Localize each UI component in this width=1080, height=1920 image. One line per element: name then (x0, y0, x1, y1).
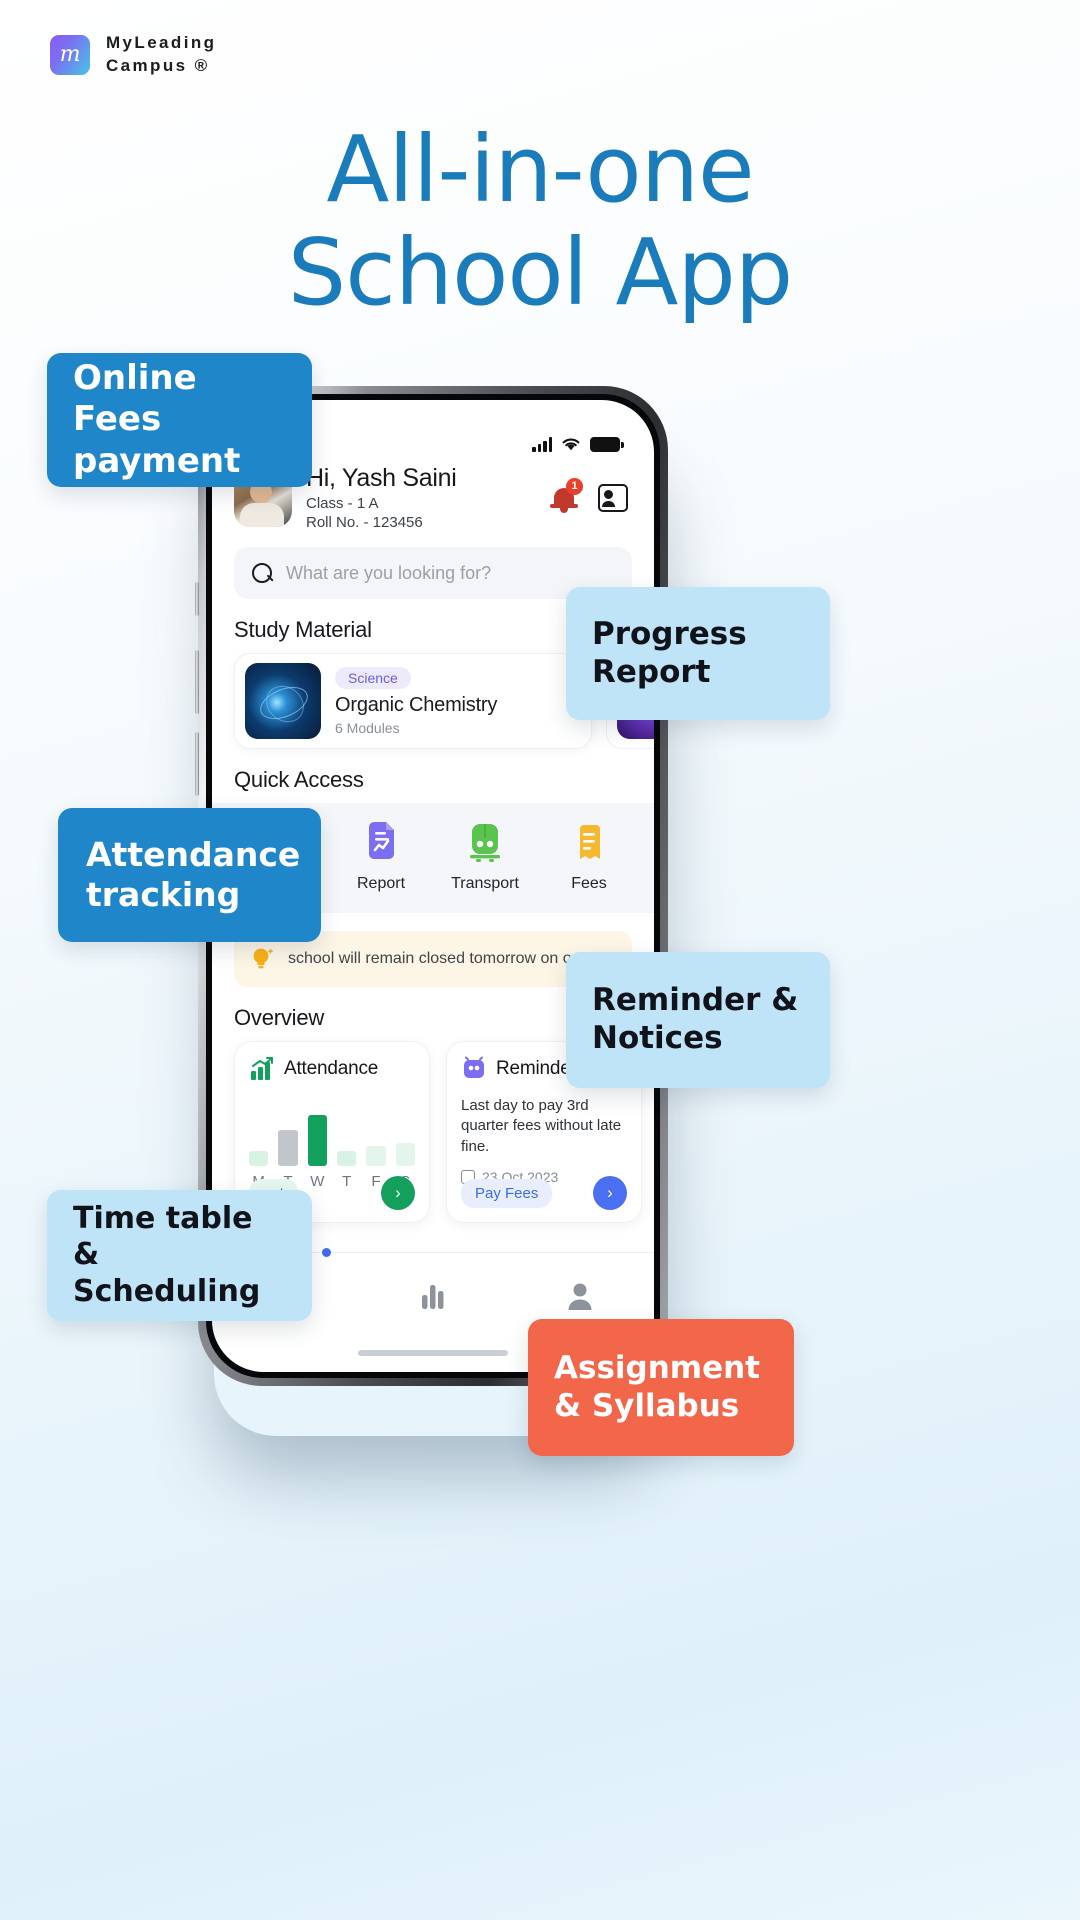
callout-time-table: Time table & Scheduling (47, 1190, 312, 1321)
callout-progress-report: Progress Report (566, 587, 830, 720)
user-class: Class - 1 A (306, 495, 379, 512)
attendance-card-header: Attendance (249, 1056, 415, 1082)
attendance-bar (307, 1114, 327, 1166)
quick-access-item-transport[interactable]: Transport (442, 819, 528, 893)
reminder-icon (464, 1056, 484, 1078)
quick-access-label: Report (356, 875, 406, 892)
study-material-card[interactable]: Science Organic Chemistry 6 Modules (234, 653, 592, 749)
user-info: Hi, Yash Saini Class - 1 A Roll No. - 12… (306, 464, 536, 531)
search-icon (252, 562, 273, 584)
reminder-details-button[interactable]: › (593, 1176, 627, 1210)
attendance-bar-chart (249, 1100, 415, 1166)
callout-attendance-tracking: Attendance tracking (58, 808, 321, 942)
search-input[interactable]: What are you looking for? (286, 563, 491, 584)
header-actions: 1 (550, 477, 632, 513)
page-title: All-in-one School App (287, 116, 793, 327)
quick-access-item-report[interactable]: Report (338, 819, 424, 893)
wifi-icon (562, 438, 580, 451)
status-indicators (532, 437, 624, 452)
greeting-text: Hi, Yash Saini (306, 464, 457, 492)
cellular-signal-icon (532, 437, 552, 452)
lightbulb-icon (253, 948, 274, 969)
phone-silent-switch (195, 582, 199, 616)
attendance-bar (278, 1129, 298, 1166)
bar-chart-up-icon (251, 1057, 273, 1080)
attendance-bar (366, 1146, 386, 1166)
subject-tag: Science (335, 666, 411, 689)
report-icon (338, 819, 424, 867)
quick-access-title: Quick Access (234, 767, 364, 792)
attendance-bar (336, 1151, 357, 1166)
study-material-meta: Science Organic Chemistry 6 Modules (335, 666, 498, 736)
home-indicator (358, 1350, 508, 1356)
study-material-name: Organic Chemistry (335, 693, 498, 716)
tab-person-icon[interactable] (565, 1279, 595, 1318)
transport-icon (442, 819, 528, 867)
battery-full-icon (590, 437, 624, 452)
chemistry-thumbnail-image (245, 663, 321, 739)
notification-badge: 1 (566, 477, 583, 495)
attendance-card-title: Attendance (284, 1058, 379, 1079)
tab-active-indicator (322, 1248, 331, 1257)
callout-reminder-notices: Reminder & Notices (566, 952, 830, 1088)
tab-stats-icon[interactable] (418, 1279, 448, 1318)
callout-online-fees: Online Fees payment (47, 353, 312, 487)
attendance-details-button[interactable]: › (381, 1176, 415, 1210)
brand-lockup: m MyLeading Campus ® (50, 32, 216, 78)
fees-icon (546, 819, 632, 867)
user-roll: Roll No. - 123456 (306, 514, 423, 531)
reminder-text: Last day to pay 3rd quarter fees without… (461, 1097, 622, 1155)
pay-fees-button[interactable]: Pay Fees (461, 1178, 553, 1208)
attendance-bar (249, 1151, 269, 1166)
quick-access-label: Fees (571, 875, 607, 892)
study-material-modules: 6 Modules (335, 719, 400, 736)
reminder-card-footer: Pay Fees › (461, 1176, 627, 1210)
notification-bell-icon[interactable]: 1 (550, 477, 583, 513)
reminder-card-title: Reminder (496, 1058, 577, 1079)
notice-text: school will remain closed tomorrow on o (288, 950, 572, 967)
phone-volume-up-button (195, 650, 199, 714)
brand-name: MyLeading Campus ® (106, 33, 217, 75)
quick-access-item-fees[interactable]: Fees (546, 819, 632, 893)
brand-logo-icon: m (50, 34, 90, 75)
id-card-icon[interactable] (598, 483, 628, 512)
quick-access-label: Transport (451, 875, 519, 892)
callout-assignment-syllabus: Assignment & Syllabus (528, 1319, 794, 1456)
attendance-bar (395, 1142, 415, 1166)
phone-volume-down-button (195, 732, 199, 796)
